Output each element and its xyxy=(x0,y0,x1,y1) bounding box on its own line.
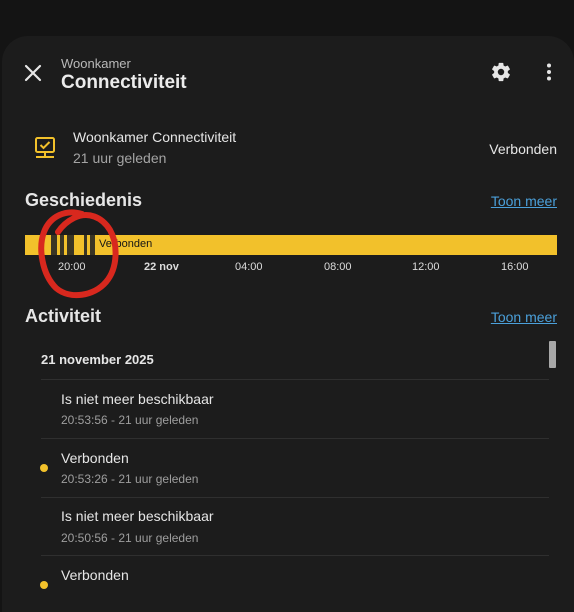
history-show-more-link[interactable]: Toon meer xyxy=(491,193,557,209)
timeline-tick-label: 08:00 xyxy=(324,261,352,273)
logbook-entry-time: 20:53:56 - 21 uur geleden xyxy=(61,413,199,427)
timeline-tick-label: 04:00 xyxy=(235,261,263,273)
dialog-header: Woonkamer Connectiviteit xyxy=(2,36,574,114)
activity-show-more-link[interactable]: Toon meer xyxy=(491,309,557,325)
timeline-state-label: Verbonden xyxy=(99,238,153,250)
dialog-subtitle: Woonkamer xyxy=(61,56,131,71)
timeline-tick-label: 22 nov xyxy=(144,261,179,273)
dots-vertical-icon xyxy=(547,63,551,81)
logbook-entry-state: Verbonden xyxy=(61,567,129,583)
divider xyxy=(41,497,549,498)
entity-state: Verbonden xyxy=(489,141,557,157)
logbook-scrollbar[interactable] xyxy=(549,341,556,368)
entity-row[interactable]: Woonkamer Connectiviteit 21 uur geleden … xyxy=(2,120,574,174)
logbook-entry-time: 20:53:26 - 21 uur geleden xyxy=(61,472,199,486)
logbook-entry-state: Verbonden xyxy=(61,450,129,466)
timeline-tick-label: 20:00 xyxy=(58,261,86,273)
close-button[interactable] xyxy=(16,56,50,90)
more-info-dialog: Woonkamer Connectiviteit Woonkamer Conne… xyxy=(2,36,574,612)
unavailable-segment xyxy=(60,235,64,255)
close-icon xyxy=(24,64,42,82)
logbook-entry-state: Is niet meer beschikbaar xyxy=(61,391,214,407)
divider xyxy=(41,555,549,556)
unavailable-segment xyxy=(51,235,57,255)
logbook-date-header: 21 november 2025 xyxy=(41,352,154,367)
settings-button[interactable] xyxy=(486,57,516,87)
logbook-entry-time: 20:50:56 - 21 uur geleden xyxy=(61,531,199,545)
timeline-tick-label: 12:00 xyxy=(412,261,440,273)
more-options-button[interactable] xyxy=(534,57,564,87)
divider xyxy=(41,438,549,439)
state-dot-icon xyxy=(40,464,48,472)
unavailable-segment xyxy=(90,235,95,255)
logbook-entry-state: Is niet meer beschikbaar xyxy=(61,508,214,524)
history-timeline-bar[interactable]: Verbonden xyxy=(25,235,557,255)
entity-name: Woonkamer Connectiviteit xyxy=(73,129,237,145)
timeline-tick-label: 16:00 xyxy=(501,261,529,273)
history-title: Geschiedenis xyxy=(25,190,143,210)
entity-last-changed: 21 uur geleden xyxy=(73,150,167,166)
unavailable-segment xyxy=(67,235,74,255)
state-dot-icon xyxy=(40,581,48,589)
gear-icon xyxy=(492,62,510,82)
unavailable-segment xyxy=(84,235,87,255)
network-connected-icon xyxy=(35,137,55,158)
activity-title: Activiteit xyxy=(25,306,102,326)
divider xyxy=(41,379,549,380)
dialog-title: Connectiviteit xyxy=(61,72,187,93)
